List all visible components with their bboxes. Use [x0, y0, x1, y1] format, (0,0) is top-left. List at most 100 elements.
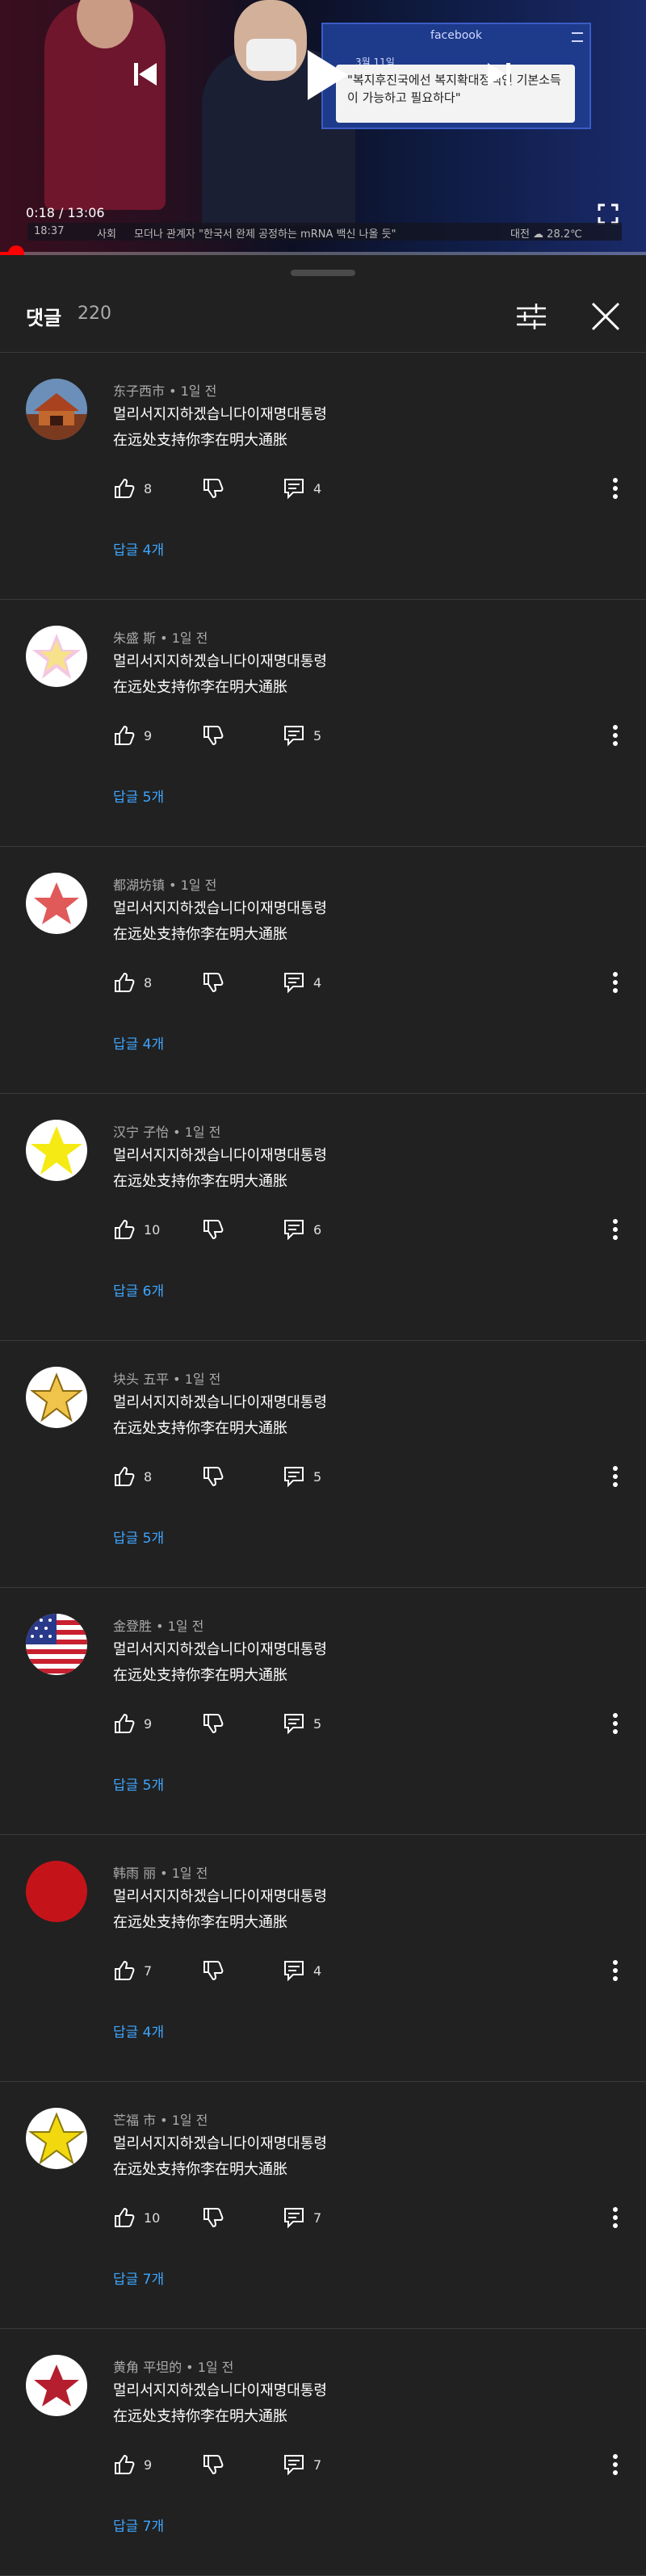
- facebook-panel: facebook 3월 11일 "복지후진국에선 복지확대정책인 기본소득이 가…: [321, 23, 591, 129]
- more-options-icon[interactable]: [604, 966, 627, 999]
- more-options-icon[interactable]: [604, 472, 627, 505]
- like-button[interactable]: 7: [113, 1954, 152, 1987]
- like-count: 10: [144, 2209, 161, 2226]
- avatar-temple-photo[interactable]: [26, 379, 87, 440]
- comment-actions: 8 4: [113, 966, 614, 999]
- dislike-button[interactable]: [202, 2448, 224, 2481]
- like-button[interactable]: 9: [113, 1707, 152, 1740]
- like-button[interactable]: 9: [113, 719, 152, 752]
- more-options-icon[interactable]: [604, 1707, 627, 1740]
- like-count: 7: [144, 1962, 153, 1979]
- dislike-button[interactable]: [202, 1954, 224, 1987]
- reply-comment-icon: [284, 479, 304, 500]
- view-replies-link[interactable]: 답글 5개: [113, 785, 164, 806]
- view-replies-link[interactable]: 답글 6개: [113, 1280, 164, 1300]
- view-replies-link[interactable]: 답글 4개: [113, 1032, 164, 1053]
- comment-text-chinese: 在远处支持你李在明大通胀: [113, 1667, 287, 1684]
- avatar-us-flag[interactable]: [26, 1614, 87, 1675]
- facebook-logo: facebook: [430, 29, 482, 42]
- comment-actions: 9 5: [113, 719, 614, 752]
- reply-count: 7: [313, 2457, 322, 2473]
- reply-button[interactable]: 5: [283, 1460, 321, 1493]
- reply-button[interactable]: 7: [283, 2201, 321, 2234]
- reply-button[interactable]: 7: [283, 2448, 321, 2481]
- like-button[interactable]: 8: [113, 966, 152, 999]
- comment-actions: 10 7: [113, 2201, 614, 2234]
- thumbs-up-icon: [115, 972, 135, 992]
- fullscreen-icon[interactable]: [598, 203, 619, 224]
- comment-text-chinese: 在远处支持你李在明大通胀: [113, 1173, 287, 1190]
- reply-button[interactable]: 6: [283, 1213, 321, 1246]
- view-replies-link[interactable]: 답글 5개: [113, 1527, 164, 1547]
- thumbs-up-icon: [115, 1713, 135, 1733]
- more-options-icon[interactable]: [604, 2448, 627, 2481]
- reply-button[interactable]: 4: [283, 966, 321, 999]
- thumbs-down-icon: [203, 2208, 224, 2228]
- avatar-red-star[interactable]: [26, 873, 87, 934]
- dislike-button[interactable]: [202, 1707, 224, 1740]
- comments-title: 댓글: [26, 307, 62, 329]
- like-button[interactable]: 8: [113, 1460, 152, 1493]
- video-player[interactable]: facebook 3월 11일 "복지후진국에선 복지확대정책인 기본소득이 가…: [0, 0, 646, 255]
- comments-header: 댓글 220: [0, 284, 646, 353]
- thumbs-down-icon: [203, 1220, 224, 1240]
- like-button[interactable]: 10: [113, 2201, 160, 2234]
- view-replies-link[interactable]: 답글 4개: [113, 538, 164, 559]
- drag-handle[interactable]: [291, 270, 355, 276]
- comment-author[interactable]: 都湖坊镇 • 1일 전: [113, 874, 216, 894]
- facebook-quote: "복지후진국에선 복지확대정책인 기본소득이 가능하고 필요하다": [347, 73, 561, 105]
- ticker-weather: 대전 ☁ 28.2℃: [510, 228, 582, 241]
- close-icon[interactable]: [588, 299, 623, 334]
- reply-button[interactable]: 5: [283, 1707, 321, 1740]
- comment-text-chinese: 在远处支持你李在明大通胀: [113, 679, 287, 696]
- play-icon[interactable]: [303, 47, 351, 103]
- more-options-icon[interactable]: [604, 1460, 627, 1493]
- comment-author[interactable]: 块头 五平 • 1일 전: [113, 1368, 220, 1388]
- more-options-icon[interactable]: [604, 719, 627, 752]
- comment-author[interactable]: 金登胜 • 1일 전: [113, 1615, 203, 1635]
- avatar-red-circle[interactable]: [26, 1861, 87, 1922]
- comment-author[interactable]: 东子西市 • 1일 전: [113, 380, 216, 400]
- news-ticker: 18:37 사회 모더나 관계자 "한국서 완제 공정하는 mRNA 백신 나올…: [27, 223, 622, 241]
- more-options-icon[interactable]: [604, 1213, 627, 1246]
- like-button[interactable]: 10: [113, 1213, 160, 1246]
- reply-button[interactable]: 4: [283, 1954, 321, 1987]
- like-button[interactable]: 8: [113, 472, 152, 505]
- previous-icon[interactable]: [129, 58, 162, 90]
- view-replies-link[interactable]: 답글 7개: [113, 2515, 164, 2535]
- avatar-dark-red-star[interactable]: [26, 2355, 87, 2416]
- comment-author[interactable]: 朱盛 斯 • 1일 전: [113, 627, 208, 647]
- dislike-button[interactable]: [202, 719, 224, 752]
- progress-bar[interactable]: [0, 252, 646, 255]
- dislike-button[interactable]: [202, 472, 224, 505]
- like-count: 8: [144, 974, 153, 991]
- comments-count: 220: [78, 304, 111, 324]
- comment-text-korean: 멀리서지지하겠습니다이재명대통령: [113, 1888, 327, 1905]
- like-button[interactable]: 9: [113, 2448, 152, 2481]
- comments-list: 东子西市 • 1일 전 멀리서지지하겠습니다이재명대통령 在远处支持你李在明大通…: [0, 353, 646, 2576]
- comment-author[interactable]: 韩雨 丽 • 1일 전: [113, 1862, 208, 1882]
- more-options-icon[interactable]: [604, 2201, 627, 2234]
- dislike-button[interactable]: [202, 1460, 224, 1493]
- view-replies-link[interactable]: 답글 4개: [113, 2021, 164, 2041]
- reply-button[interactable]: 4: [283, 472, 321, 505]
- more-options-icon[interactable]: [604, 1954, 627, 1987]
- dislike-button[interactable]: [202, 966, 224, 999]
- view-replies-link[interactable]: 답글 5개: [113, 1774, 164, 1794]
- comment-author[interactable]: 黄角 平坦的 • 1일 전: [113, 2356, 233, 2376]
- reply-comment-icon: [284, 1467, 304, 1488]
- avatar-yellow-star[interactable]: [26, 1120, 87, 1181]
- dislike-button[interactable]: [202, 2201, 224, 2234]
- comment-author[interactable]: 芒福 市 • 1일 전: [113, 2109, 208, 2129]
- avatar-gold-star[interactable]: [26, 1367, 87, 1428]
- reply-button[interactable]: 5: [283, 719, 321, 752]
- next-icon[interactable]: [483, 58, 515, 90]
- avatar-yellow-star-2[interactable]: [26, 2108, 87, 2169]
- comment-author[interactable]: 汉宁 子怡 • 1일 전: [113, 1121, 220, 1141]
- dislike-button[interactable]: [202, 1213, 224, 1246]
- reply-count: 5: [313, 1468, 322, 1485]
- avatar-pink-yellow-star[interactable]: [26, 626, 87, 687]
- view-replies-link[interactable]: 답글 7개: [113, 2268, 164, 2288]
- filter-icon[interactable]: [514, 299, 549, 334]
- reply-count: 7: [313, 2209, 322, 2226]
